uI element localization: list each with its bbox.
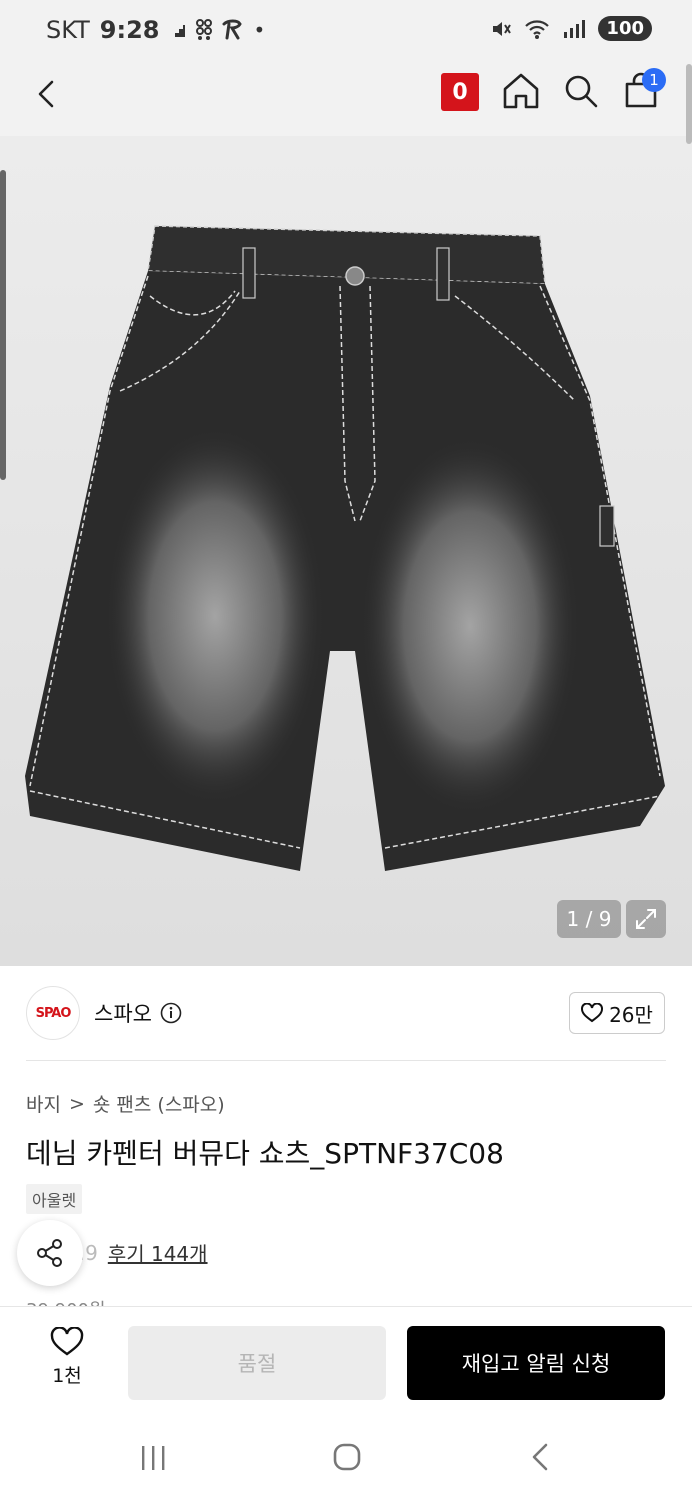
- divider: [26, 1060, 666, 1061]
- price-peek: 39,900원: [26, 1296, 106, 1306]
- brand-like-count: 26만: [609, 1002, 653, 1027]
- status-dot: •: [253, 18, 266, 42]
- brand-like-button[interactable]: 26만: [569, 992, 665, 1034]
- notification-badge-button[interactable]: 0: [441, 73, 479, 111]
- search-button[interactable]: [560, 70, 602, 112]
- back-arrow-icon: [532, 1443, 548, 1471]
- favorite-button[interactable]: 1천: [36, 1327, 98, 1397]
- cart-count-badge: 1: [642, 68, 666, 92]
- recents-button[interactable]: [138, 1442, 168, 1472]
- breadcrumb-subcategory[interactable]: 숏 팬츠 (스파오): [93, 1090, 225, 1117]
- brand-name: 스파오: [94, 1002, 152, 1026]
- share-icon: [37, 1239, 62, 1267]
- favorite-count: 1천: [52, 1365, 82, 1387]
- soldout-button[interactable]: 품절: [128, 1326, 386, 1400]
- grid-dots-icon: [196, 19, 213, 40]
- system-home-button[interactable]: [332, 1442, 362, 1472]
- app-bar: 0 1: [0, 62, 692, 136]
- outlet-tag: 아울렛: [26, 1184, 83, 1214]
- mute-icon: [493, 21, 512, 36]
- home-button[interactable]: [500, 70, 542, 112]
- info-icon: [160, 1002, 182, 1024]
- image-pager: 1 / 9: [557, 900, 621, 938]
- product-title: 데님 카펜터 버뮤다 쇼츠_SPTNF37C08: [26, 1137, 504, 1170]
- brand-row: SPAO 스파오 26만: [0, 966, 692, 1062]
- stairs-icon: [171, 25, 186, 37]
- battery-indicator: 100: [598, 16, 652, 41]
- system-navigation-bar: [0, 1418, 692, 1500]
- gallery-scroll-indicator: [0, 170, 6, 480]
- brand-name-link[interactable]: 스파오: [94, 998, 182, 1028]
- reviews-link[interactable]: 후기 144개: [108, 1238, 208, 1267]
- product-image-gallery[interactable]: [0, 136, 692, 966]
- denim-shorts-image: [25, 225, 665, 871]
- home-icon: [503, 73, 539, 109]
- status-left: SKT 9:28 •: [46, 16, 265, 44]
- heart-icon: [581, 1003, 604, 1023]
- share-button[interactable]: [17, 1220, 83, 1286]
- breadcrumb-separator: >: [68, 1092, 85, 1115]
- recents-icon: [142, 1446, 165, 1470]
- search-icon: [565, 75, 598, 108]
- breadcrumb-category[interactable]: 바지: [26, 1090, 61, 1117]
- app-logo-icon: [222, 19, 243, 40]
- back-button[interactable]: [28, 74, 68, 114]
- carrier-label: SKT: [46, 16, 90, 44]
- chevron-left-icon: [38, 80, 54, 108]
- system-back-button[interactable]: [526, 1442, 556, 1472]
- signal-icon: [564, 19, 586, 38]
- expand-icon: [636, 909, 656, 929]
- home-circle-icon: [333, 1443, 361, 1471]
- restock-alert-button[interactable]: 재입고 알림 신청: [407, 1326, 665, 1400]
- heart-icon: [50, 1327, 84, 1356]
- status-bar: SKT 9:28 • 100: [0, 0, 692, 62]
- clock: 9:28: [99, 16, 160, 44]
- expand-image-button[interactable]: [626, 900, 666, 938]
- wifi-icon: [525, 19, 550, 39]
- page-scrollbar[interactable]: [686, 64, 692, 144]
- status-right: 100: [490, 16, 652, 41]
- notification-icons: •: [169, 18, 265, 42]
- brand-logo[interactable]: SPAO: [26, 986, 80, 1040]
- breadcrumb: 바지 > 숏 팬츠 (스파오): [26, 1090, 225, 1117]
- bottom-action-bar: 1천 품절 재입고 알림 신청: [0, 1306, 692, 1418]
